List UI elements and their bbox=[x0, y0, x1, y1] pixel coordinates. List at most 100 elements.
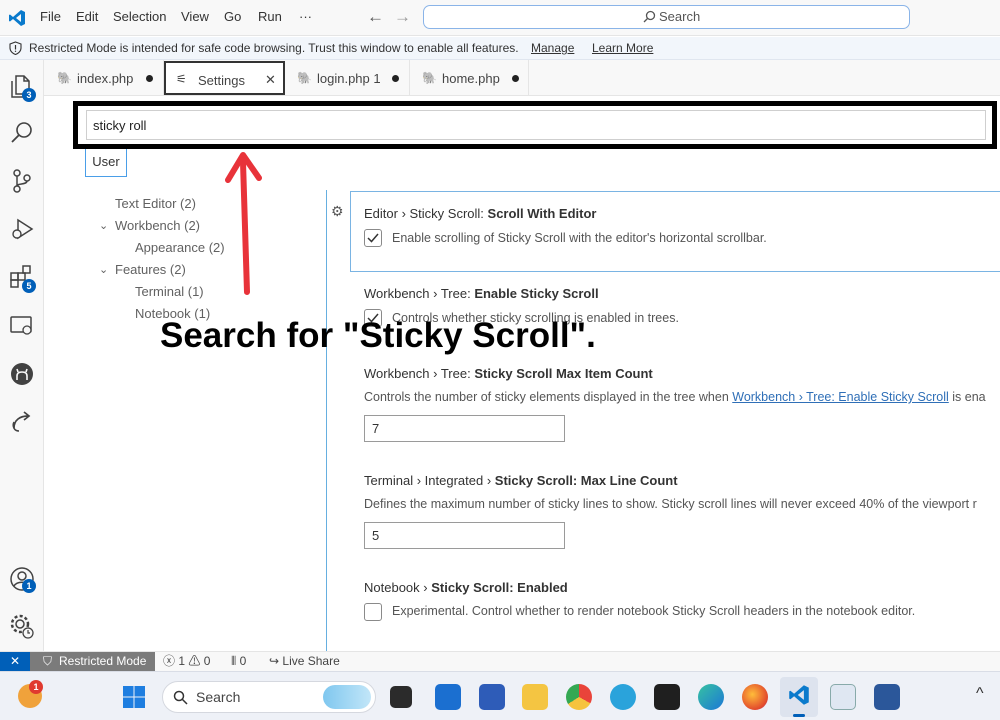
command-center-search[interactable]: Search bbox=[423, 5, 910, 29]
settings-search-input[interactable] bbox=[86, 110, 986, 140]
search-activity-icon[interactable] bbox=[8, 119, 36, 147]
php-elephant-icon: 🐘 bbox=[297, 71, 312, 85]
command-center-label: Search bbox=[659, 9, 701, 24]
warning-icon: ⚠ bbox=[188, 654, 201, 668]
banner-learn-more-link[interactable]: Learn More bbox=[592, 41, 653, 55]
terminal-icon[interactable] bbox=[654, 684, 680, 710]
live-share-button[interactable]: ↪ Live Share bbox=[269, 652, 340, 672]
settings-search-highlight bbox=[73, 101, 997, 149]
live-share-label: Live Share bbox=[282, 654, 340, 668]
extensions-badge: 5 bbox=[22, 279, 36, 293]
setting-link[interactable]: Workbench › Tree: Enable Sticky Scroll bbox=[732, 390, 949, 404]
banner-manage-link[interactable]: Manage bbox=[531, 41, 574, 55]
shield-icon: ⛉ bbox=[43, 654, 53, 668]
setting-checkbox[interactable] bbox=[364, 603, 382, 621]
tab-label: Settings bbox=[198, 73, 245, 88]
telegram-icon[interactable] bbox=[610, 684, 636, 710]
menu-go[interactable]: Go bbox=[224, 9, 241, 24]
tab-settings[interactable]: ⚟ Settings ✕ bbox=[164, 61, 285, 95]
vscode-taskbar-active[interactable] bbox=[780, 677, 818, 717]
menu-view[interactable]: View bbox=[181, 9, 209, 24]
search-icon bbox=[173, 690, 188, 705]
notification-badge: 1 bbox=[29, 680, 43, 694]
search-highlight-icon bbox=[323, 685, 371, 709]
setting-checkbox[interactable] bbox=[364, 229, 382, 247]
ports-indicator[interactable]: ⦀ 0 bbox=[231, 652, 246, 672]
tab-label: index.php bbox=[77, 71, 134, 86]
store-icon[interactable] bbox=[479, 684, 505, 710]
unsaved-dot-icon bbox=[146, 75, 153, 82]
unsaved-dot-icon bbox=[512, 75, 519, 82]
tab-login-php[interactable]: 🐘 login.php 1 bbox=[285, 60, 410, 96]
tab-user-settings[interactable]: User bbox=[85, 149, 127, 177]
chevron-down-icon[interactable]: ⌄ bbox=[99, 263, 108, 276]
tree-item-terminal[interactable]: Terminal (1) bbox=[135, 284, 204, 299]
banner-message: Restricted Mode is intended for safe cod… bbox=[29, 41, 519, 55]
tree-item-text-editor[interactable]: Text Editor (2) bbox=[115, 196, 196, 211]
setting-title: Notebook › Sticky Scroll: Enabled bbox=[364, 580, 568, 595]
status-bar: ✕ ⛉ Restricted Mode ⓧ 1 ⚠ 0 ⦀ 0 ↪ Live S… bbox=[0, 651, 1000, 672]
tree-item-workbench[interactable]: Workbench (2) bbox=[115, 218, 200, 233]
accounts-badge: 1 bbox=[22, 579, 36, 593]
menu-edit[interactable]: Edit bbox=[76, 9, 98, 24]
menu-file[interactable]: File bbox=[40, 9, 61, 24]
live-share-icon[interactable] bbox=[8, 408, 36, 436]
chrome-icon[interactable] bbox=[566, 684, 592, 710]
tab-label: home.php bbox=[442, 71, 500, 86]
max-line-count-input[interactable]: 5 bbox=[364, 522, 565, 549]
menu-selection[interactable]: Selection bbox=[113, 9, 166, 24]
tab-close-icon[interactable]: ✕ bbox=[265, 72, 276, 88]
max-item-count-input[interactable]: 7 bbox=[364, 415, 565, 442]
tree-item-appearance[interactable]: Appearance (2) bbox=[135, 240, 225, 255]
word-icon[interactable] bbox=[874, 684, 900, 710]
back-arrow-icon[interactable]: ← bbox=[367, 7, 384, 27]
task-view-icon[interactable] bbox=[390, 686, 412, 708]
run-debug-icon[interactable] bbox=[8, 215, 36, 243]
restricted-mode-label: Restricted Mode bbox=[59, 654, 147, 668]
setting-description: Defines the maximum number of sticky lin… bbox=[364, 497, 977, 511]
menu-run[interactable]: Run bbox=[258, 9, 282, 24]
setting-description: Enable scrolling of Sticky Scroll with t… bbox=[392, 231, 767, 245]
tab-index-php[interactable]: 🐘 index.php bbox=[44, 60, 164, 96]
unsaved-dot-icon bbox=[392, 75, 399, 82]
tree-item-features[interactable]: Features (2) bbox=[115, 262, 186, 277]
shield-icon bbox=[9, 41, 22, 55]
setting-description: Controls the number of sticky elements d… bbox=[364, 390, 986, 404]
live-share-icon: ↪ bbox=[269, 654, 280, 668]
github-icon[interactable] bbox=[8, 360, 36, 388]
tree-divider bbox=[326, 190, 327, 651]
activity-bar: 3 5 1 bbox=[0, 60, 44, 651]
source-control-icon[interactable] bbox=[8, 167, 36, 195]
error-icon: ⓧ bbox=[163, 654, 176, 668]
forward-arrow-icon[interactable]: → bbox=[394, 7, 411, 27]
setting-title: Workbench › Tree: Sticky Scroll Max Item… bbox=[364, 366, 653, 381]
mail-icon[interactable] bbox=[435, 684, 461, 710]
file-explorer-icon[interactable] bbox=[522, 684, 548, 710]
edge-icon[interactable] bbox=[698, 684, 724, 710]
windows-start-icon[interactable] bbox=[122, 685, 146, 709]
error-count: 1 bbox=[178, 654, 186, 668]
ports-icon: ⦀ bbox=[231, 654, 237, 668]
vscode-logo-icon bbox=[789, 685, 809, 705]
tray-chevron-up-icon[interactable]: ^ bbox=[976, 685, 984, 703]
setting-title: Terminal › Integrated › Sticky Scroll: M… bbox=[364, 473, 678, 488]
taskbar-search-box[interactable]: Search bbox=[162, 681, 376, 713]
restricted-mode-button[interactable]: ⛉ Restricted Mode bbox=[30, 652, 155, 672]
checkmark-icon bbox=[367, 233, 379, 243]
firefox-icon[interactable] bbox=[742, 684, 768, 710]
remote-explorer-icon[interactable] bbox=[8, 312, 36, 340]
remote-indicator-button[interactable]: ✕ bbox=[0, 652, 30, 672]
tab-label: login.php 1 bbox=[317, 71, 381, 86]
resource-monitor-icon[interactable] bbox=[830, 684, 856, 710]
tutorial-annotation: Search for "Sticky Scroll". bbox=[160, 316, 596, 355]
menu-more-button[interactable]: ··· bbox=[299, 9, 312, 24]
setting-title: Workbench › Tree: Enable Sticky Scroll bbox=[364, 286, 599, 301]
problems-indicator[interactable]: ⓧ 1 ⚠ 0 bbox=[163, 652, 210, 672]
chevron-down-icon[interactable]: ⌄ bbox=[99, 219, 108, 232]
manage-gear-icon[interactable] bbox=[8, 612, 36, 640]
taskbar-search-label: Search bbox=[196, 689, 241, 705]
settings-sliders-icon: ⚟ bbox=[176, 72, 187, 86]
vscode-logo-icon bbox=[9, 10, 25, 26]
tab-home-php[interactable]: 🐘 home.php bbox=[410, 60, 529, 96]
setting-gear-icon[interactable]: ⚙ bbox=[331, 203, 344, 220]
